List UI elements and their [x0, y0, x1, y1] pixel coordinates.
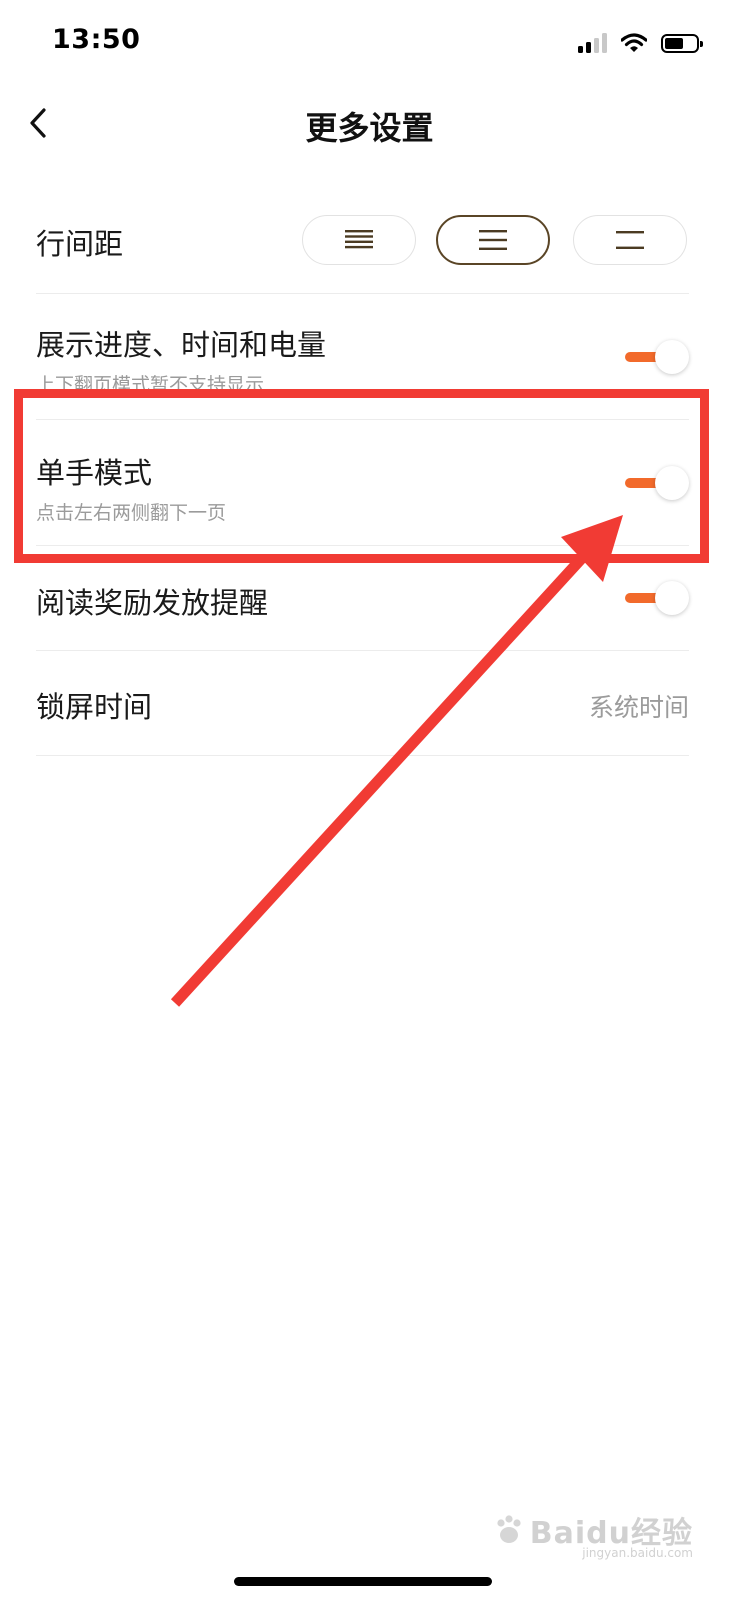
- lock-screen-time-value: 系统时间: [588, 693, 689, 722]
- status-icons: [578, 32, 703, 54]
- one-hand-mode-row: 单手模式 点击左右两侧翻下一页: [36, 446, 689, 526]
- show-progress-row: 展示进度、时间和电量 上下翻页模式暂不支持显示: [36, 318, 689, 398]
- one-hand-mode-label: 单手模式: [36, 456, 153, 490]
- show-progress-subtitle: 上下翻页模式暂不支持显示: [36, 374, 265, 396]
- cellular-signal-icon: [578, 33, 607, 53]
- divider: [36, 545, 689, 546]
- medium-spacing-icon: [479, 230, 507, 250]
- watermark: Baidu经验 jingyan.baidu.com: [492, 1508, 693, 1560]
- status-time: 13:50: [52, 24, 141, 55]
- one-hand-mode-toggle[interactable]: [625, 466, 689, 500]
- reading-reward-row: 阅读奖励发放提醒: [36, 578, 689, 622]
- one-hand-mode-subtitle: 点击左右两侧翻下一页: [36, 502, 227, 524]
- show-progress-toggle[interactable]: [625, 340, 689, 374]
- page-title: 更多设置: [305, 109, 434, 147]
- line-spacing-dense-button[interactable]: [302, 215, 416, 265]
- line-spacing-row: 行间距: [36, 215, 689, 269]
- battery-icon: [661, 33, 703, 53]
- divider: [36, 293, 689, 294]
- divider: [36, 650, 689, 651]
- watermark-url: jingyan.baidu.com: [582, 1546, 693, 1560]
- lock-screen-time-row[interactable]: 锁屏时间 系统时间: [36, 682, 689, 726]
- line-spacing-label: 行间距: [36, 227, 124, 261]
- home-indicator: [234, 1577, 492, 1586]
- wifi-icon: [621, 33, 647, 52]
- show-progress-label: 展示进度、时间和电量: [36, 328, 327, 362]
- lock-screen-time-label: 锁屏时间: [36, 690, 153, 724]
- wide-spacing-icon: [616, 231, 644, 249]
- line-spacing-medium-button[interactable]: [436, 215, 550, 265]
- line-spacing-wide-button[interactable]: [573, 215, 687, 265]
- screen: 13:50 更多设置 行间距 展示进度、时间和电量 上下翻页模式暂不支持显示 单…: [0, 0, 739, 1600]
- paw-logo-icon: [497, 1515, 521, 1543]
- reading-reward-label: 阅读奖励发放提醒: [36, 586, 269, 620]
- reading-reward-toggle[interactable]: [625, 581, 689, 615]
- divider: [36, 755, 689, 756]
- divider: [36, 419, 689, 420]
- dense-spacing-icon: [345, 230, 373, 249]
